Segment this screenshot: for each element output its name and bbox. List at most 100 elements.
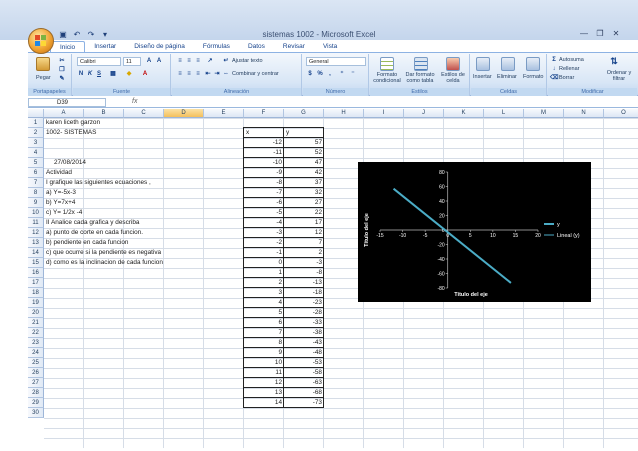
- sort-filter-button[interactable]: Ordenar y filtrar: [603, 70, 635, 82]
- decrease-indent-icon[interactable]: ⇤: [204, 70, 212, 78]
- cut-icon[interactable]: ✂: [58, 57, 66, 65]
- thousands-icon[interactable]: ,: [326, 70, 334, 78]
- delete-cells-icon[interactable]: [501, 57, 515, 71]
- row-header-10[interactable]: 10: [28, 208, 44, 218]
- borders-icon[interactable]: ▦: [109, 70, 117, 78]
- cell-a9[interactable]: b) Y=7x+4: [46, 198, 75, 208]
- delete-button[interactable]: Eliminar: [497, 74, 517, 80]
- column-header-g[interactable]: G: [284, 109, 324, 118]
- format-table-button[interactable]: Dar formato como tabla: [404, 72, 436, 84]
- row-header-24[interactable]: 24: [28, 348, 44, 358]
- office-button[interactable]: [28, 28, 54, 54]
- decrease-decimal-icon[interactable]: ⁻: [349, 70, 357, 78]
- column-header-j[interactable]: J: [404, 109, 444, 118]
- name-box[interactable]: D39: [28, 98, 106, 107]
- increase-indent-icon[interactable]: ⇥: [213, 70, 221, 78]
- cell-a11[interactable]: II Analice cada grafica y describa: [46, 218, 139, 228]
- row-header-12[interactable]: 12: [28, 228, 44, 238]
- tab-insertar[interactable]: Insertar: [85, 41, 125, 52]
- row-header-14[interactable]: 14: [28, 248, 44, 258]
- row-header-17[interactable]: 17: [28, 278, 44, 288]
- worksheet-grid[interactable]: ABCDEFGHIJKLMNO 1 2 3 4 5 6 7 8 9 10 11 12 13 14 15 16 1…: [28, 109, 638, 451]
- cell-a12[interactable]: a) punto de corte en cada funcion.: [46, 228, 143, 238]
- shrink-font-icon[interactable]: A: [155, 57, 163, 65]
- column-header-h[interactable]: H: [324, 109, 364, 118]
- row-header-25[interactable]: 25: [28, 358, 44, 368]
- align-middle-icon[interactable]: ≡: [185, 57, 193, 65]
- column-header-e[interactable]: E: [204, 109, 244, 118]
- cell-a8[interactable]: a) Y=-5x-3: [46, 188, 76, 198]
- align-left-icon[interactable]: ≡: [176, 70, 184, 78]
- row-header-30[interactable]: 30: [28, 408, 44, 418]
- tab-vista[interactable]: Vista: [314, 41, 346, 52]
- currency-icon[interactable]: $: [306, 70, 314, 78]
- column-header-c[interactable]: C: [124, 109, 164, 118]
- format-table-icon[interactable]: [414, 57, 428, 71]
- select-all-corner[interactable]: [28, 109, 44, 118]
- clear-icon[interactable]: ⌫: [550, 74, 558, 82]
- cell-a14[interactable]: c) que ocurre si la pendiente es negativ…: [46, 248, 161, 258]
- tab-revisar[interactable]: Revisar: [274, 41, 314, 52]
- paste-button-label[interactable]: Pegar: [36, 75, 51, 81]
- cell-a2[interactable]: 1002- SISTEMAS: [46, 128, 96, 138]
- percent-icon[interactable]: %: [316, 70, 324, 78]
- merge-center-button[interactable]: Combinar y centrar: [232, 71, 279, 77]
- row-header-18[interactable]: 18: [28, 288, 44, 298]
- row-header-8[interactable]: 8: [28, 188, 44, 198]
- wrap-text-icon[interactable]: ↵: [222, 57, 230, 65]
- column-header-d[interactable]: D: [164, 109, 204, 118]
- row-header-23[interactable]: 23: [28, 338, 44, 348]
- row-header-16[interactable]: 16: [28, 268, 44, 278]
- underline-icon[interactable]: S: [95, 70, 103, 78]
- copy-icon[interactable]: ❐: [58, 66, 66, 74]
- column-header-n[interactable]: N: [564, 109, 604, 118]
- align-bottom-icon[interactable]: ≡: [194, 57, 202, 65]
- row-header-27[interactable]: 27: [28, 378, 44, 388]
- sort-filter-icon[interactable]: ⇅: [610, 57, 618, 66]
- row-header-2[interactable]: 2: [28, 128, 44, 138]
- font-color-icon[interactable]: A: [141, 70, 149, 78]
- grow-font-icon[interactable]: A: [145, 57, 153, 65]
- row-header-1[interactable]: 1: [28, 118, 44, 128]
- fill-color-icon[interactable]: ◆: [125, 70, 133, 78]
- increase-decimal-icon[interactable]: ⁺: [338, 70, 346, 78]
- cell-styles-icon[interactable]: [446, 57, 460, 71]
- format-button[interactable]: Formato: [523, 74, 543, 80]
- line-chart[interactable]: 80 60 40 20 0 -20 -40 -60 -80 -15 -10 -5 0 5 10 15 20 Tít…: [358, 162, 591, 302]
- align-center-icon[interactable]: ≡: [185, 70, 193, 78]
- row-header-6[interactable]: 6: [28, 168, 44, 178]
- insert-function-icon[interactable]: fx: [132, 98, 137, 105]
- minimize-icon[interactable]: —: [576, 28, 592, 39]
- row-header-11[interactable]: 11: [28, 218, 44, 228]
- autosum-button[interactable]: Autosuma: [559, 57, 584, 63]
- format-painter-icon[interactable]: ✎: [58, 75, 66, 83]
- conditional-format-button[interactable]: Formato condicional: [372, 72, 402, 84]
- row-header-3[interactable]: 3: [28, 138, 44, 148]
- row-header-20[interactable]: 20: [28, 308, 44, 318]
- row-header-19[interactable]: 19: [28, 298, 44, 308]
- italic-icon[interactable]: K: [86, 70, 94, 78]
- insert-cells-icon[interactable]: [476, 57, 490, 71]
- tab-inicio[interactable]: Inicio: [50, 41, 86, 52]
- cell-a1[interactable]: karen liceth garzon: [46, 118, 100, 128]
- column-header-f[interactable]: F: [244, 109, 284, 118]
- align-right-icon[interactable]: ≡: [194, 70, 202, 78]
- cell-styles-button[interactable]: Estilos de celda: [438, 72, 468, 84]
- insert-button[interactable]: Insertar: [473, 74, 492, 80]
- column-header-m[interactable]: M: [524, 109, 564, 118]
- wrap-text-button[interactable]: Ajustar texto: [232, 58, 263, 64]
- paste-icon[interactable]: [36, 57, 50, 71]
- restore-icon[interactable]: ❐: [592, 28, 608, 39]
- bold-icon[interactable]: N: [77, 70, 85, 78]
- formula-input[interactable]: [146, 97, 626, 107]
- format-cells-icon[interactable]: [526, 57, 540, 71]
- cell-a10[interactable]: c) Y= 1/2x -4: [46, 208, 82, 218]
- font-size-select[interactable]: 11: [123, 57, 141, 66]
- cell-a7[interactable]: I grafique las siguientes ecuaciones ,: [46, 178, 151, 188]
- cell-a15[interactable]: d) como es la inclinacion de cada funcio…: [46, 258, 163, 268]
- column-header-o[interactable]: O: [604, 109, 638, 118]
- font-name-select[interactable]: Calibri: [77, 57, 121, 66]
- row-header-4[interactable]: 4: [28, 148, 44, 158]
- tab-formulas[interactable]: Fórmulas: [194, 41, 239, 52]
- row-header-13[interactable]: 13: [28, 238, 44, 248]
